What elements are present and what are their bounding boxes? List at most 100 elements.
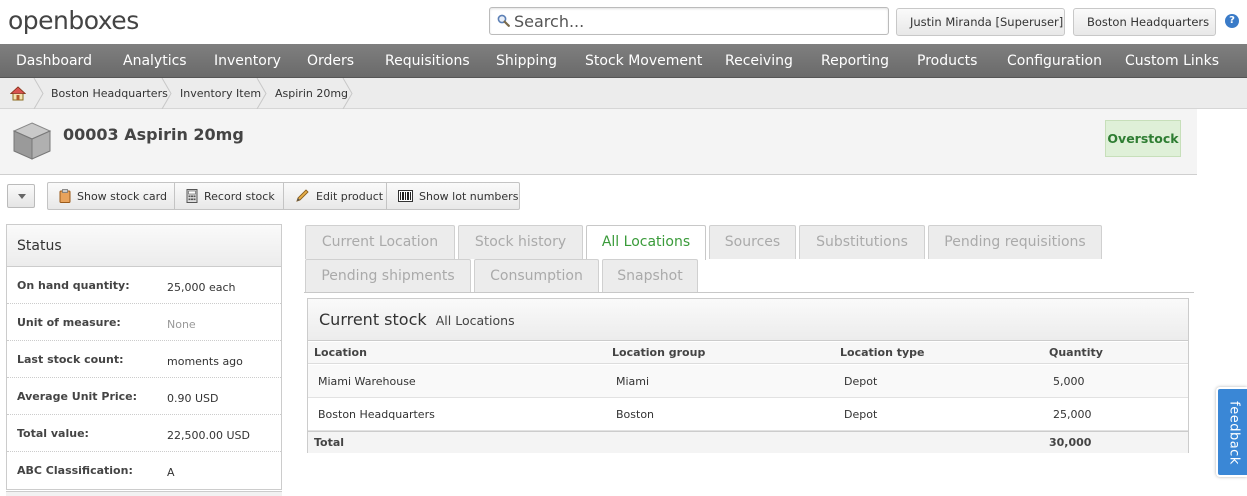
breadcrumb: Boston Headquarters Inventory Item Aspir… bbox=[0, 78, 1247, 109]
edit-product-label: Edit product bbox=[316, 189, 384, 203]
clipboard-icon bbox=[59, 189, 71, 203]
show-stock-card-button[interactable]: Show stock card bbox=[48, 183, 175, 209]
nav-dashboard[interactable]: Dashboard bbox=[16, 44, 92, 78]
breadcrumb-separator bbox=[161, 78, 172, 109]
column-header-location-type: Location type bbox=[840, 346, 925, 359]
tab-current-location[interactable]: Current Location bbox=[305, 225, 455, 259]
status-value: 22,500.00 USD bbox=[167, 429, 250, 442]
nav-analytics[interactable]: Analytics bbox=[123, 44, 187, 78]
help-icon[interactable]: ? bbox=[1225, 14, 1239, 28]
tab-sources[interactable]: Sources bbox=[709, 225, 796, 259]
status-row: Unit of measure: None bbox=[7, 304, 281, 341]
nav-inventory[interactable]: Inventory bbox=[214, 44, 281, 78]
status-row: ABC Classification: A bbox=[7, 452, 281, 489]
feedback-button[interactable]: feedback bbox=[1216, 387, 1247, 477]
table-header: Location Location group Location type Qu… bbox=[308, 342, 1188, 364]
current-stock-title: Current stock bbox=[319, 310, 427, 329]
stock-status-badge: Overstock bbox=[1105, 120, 1181, 157]
nav-configuration[interactable]: Configuration bbox=[1007, 44, 1102, 78]
status-value: A bbox=[167, 466, 175, 479]
breadcrumb-separator bbox=[342, 78, 353, 109]
breadcrumb-separator bbox=[256, 78, 267, 109]
current-stock-header: Current stock All Locations bbox=[308, 299, 1188, 341]
cell-location[interactable]: Miami Warehouse bbox=[318, 365, 416, 398]
nav-custom-links[interactable]: Custom Links bbox=[1125, 44, 1219, 78]
nav-orders[interactable]: Orders bbox=[307, 44, 354, 78]
show-stock-card-label: Show stock card bbox=[77, 189, 167, 203]
tab-stock-history[interactable]: Stock history bbox=[458, 225, 583, 259]
total-label: Total bbox=[314, 436, 345, 449]
cell-location-group: Miami bbox=[616, 375, 650, 388]
product-title: 00003 Aspirin 20mg bbox=[63, 125, 244, 144]
search-input[interactable] bbox=[514, 11, 874, 31]
tab-pending-shipments[interactable]: Pending shipments bbox=[305, 259, 471, 293]
tab-consumption[interactable]: Consumption bbox=[474, 259, 599, 293]
total-quantity: 30,000 bbox=[1049, 436, 1092, 449]
status-row: Total value: 22,500.00 USD bbox=[7, 415, 281, 452]
cell-quantity: 25,000 bbox=[1053, 408, 1092, 421]
table-footer: Total 30,000 bbox=[308, 431, 1188, 453]
tab-substitutions[interactable]: Substitutions bbox=[799, 225, 925, 259]
status-label: Average Unit Price: bbox=[17, 390, 138, 403]
app-header: openboxes Justin Miranda [Superuser] Bos… bbox=[0, 0, 1247, 44]
actions-dropdown-button[interactable] bbox=[7, 184, 35, 208]
record-stock-button[interactable]: Record stock bbox=[175, 183, 284, 209]
pencil-icon bbox=[296, 189, 309, 202]
tab-snapshot[interactable]: Snapshot bbox=[602, 259, 698, 293]
search-icon bbox=[497, 14, 510, 27]
app-logo[interactable]: openboxes bbox=[8, 6, 139, 35]
status-value: moments ago bbox=[167, 355, 243, 368]
user-menu-button[interactable]: Justin Miranda [Superuser] bbox=[896, 8, 1065, 36]
show-lot-numbers-button[interactable]: Show lot numbers bbox=[387, 183, 520, 209]
breadcrumb-product[interactable]: Aspirin 20mg bbox=[275, 78, 348, 109]
status-label: Total value: bbox=[17, 427, 89, 440]
breadcrumb-separator bbox=[33, 78, 44, 109]
status-label: On hand quantity: bbox=[17, 279, 130, 292]
status-panel-title: Status bbox=[7, 225, 281, 267]
status-row: Last stock count: moments ago bbox=[7, 341, 281, 378]
next-panel-edge bbox=[6, 491, 282, 496]
table-row: Boston Headquarters Boston Depot 25,000 bbox=[308, 398, 1188, 431]
column-header-location: Location bbox=[314, 346, 367, 359]
product-header: 00003 Aspirin 20mg Overstock bbox=[0, 109, 1197, 175]
status-value: 0.90 USD bbox=[167, 392, 219, 405]
user-name: Justin Miranda [Superuser] bbox=[910, 15, 1064, 29]
cell-location-type: Depot bbox=[844, 375, 878, 388]
chevron-down-icon bbox=[18, 194, 26, 199]
product-action-bar: Show stock card Record stock Edit produc… bbox=[47, 182, 520, 210]
nav-stock-movement[interactable]: Stock Movement bbox=[585, 44, 702, 78]
location-chooser-button[interactable]: Boston Headquarters bbox=[1073, 8, 1216, 36]
current-stock-panel: Current stock All Locations Location Loc… bbox=[307, 298, 1189, 453]
status-panel: Status On hand quantity: 25,000 each Uni… bbox=[6, 224, 282, 490]
barcode-icon bbox=[398, 190, 413, 202]
status-label: Unit of measure: bbox=[17, 316, 121, 329]
status-label: ABC Classification: bbox=[17, 464, 133, 477]
show-lot-numbers-label: Show lot numbers bbox=[419, 189, 519, 203]
nav-products[interactable]: Products bbox=[917, 44, 977, 78]
tabs-divider bbox=[304, 292, 1194, 293]
column-header-quantity: Quantity bbox=[1049, 346, 1103, 359]
nav-shipping[interactable]: Shipping bbox=[496, 44, 557, 78]
current-location-label: Boston Headquarters bbox=[1087, 15, 1210, 29]
nav-requisitions[interactable]: Requisitions bbox=[385, 44, 470, 78]
status-label: Last stock count: bbox=[17, 353, 124, 366]
current-stock-subtitle: All Locations bbox=[435, 313, 515, 328]
cell-location[interactable]: Boston Headquarters bbox=[318, 398, 435, 431]
status-value: None bbox=[167, 318, 196, 331]
search-box[interactable] bbox=[489, 7, 889, 35]
home-icon[interactable] bbox=[10, 86, 26, 101]
nav-reporting[interactable]: Reporting bbox=[821, 44, 889, 78]
cell-quantity: 5,000 bbox=[1053, 375, 1085, 388]
table-row: Miami Warehouse Miami Depot 5,000 bbox=[308, 365, 1188, 398]
calculator-icon bbox=[186, 189, 198, 203]
tab-pending-requisitions[interactable]: Pending requisitions bbox=[928, 225, 1102, 259]
edit-product-button[interactable]: Edit product bbox=[284, 183, 387, 209]
box-icon bbox=[12, 122, 52, 160]
status-row: On hand quantity: 25,000 each bbox=[7, 267, 281, 304]
breadcrumb-location[interactable]: Boston Headquarters bbox=[51, 78, 168, 109]
nav-receiving[interactable]: Receiving bbox=[725, 44, 793, 78]
column-header-location-group: Location group bbox=[612, 346, 706, 359]
tab-all-locations[interactable]: All Locations bbox=[586, 225, 706, 260]
cell-location-type: Depot bbox=[844, 408, 878, 421]
breadcrumb-inventory-item[interactable]: Inventory Item bbox=[180, 78, 261, 109]
